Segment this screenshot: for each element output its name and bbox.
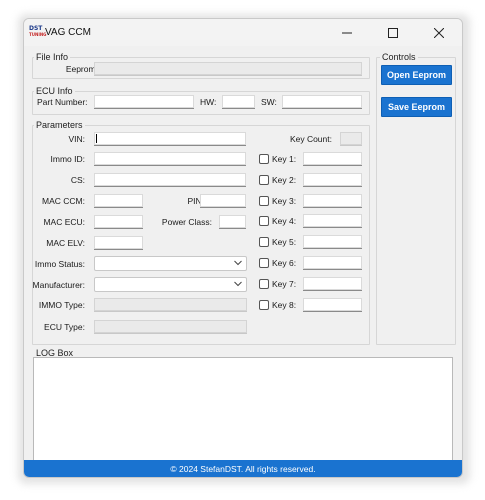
sw-label: SW: [261,97,277,107]
sw-field[interactable] [282,95,362,109]
key-3-label: Key 3: [272,196,297,206]
save-eeprom-button[interactable]: Save Eeprom [381,97,452,117]
key-count-label: Key Count: [289,134,332,144]
chevron-down-icon [234,260,242,266]
key-3-field[interactable] [303,194,362,208]
ecu-info-title: ECU Info [34,86,75,96]
title-bar[interactable]: DST TUNING VAG CCM [24,19,462,46]
key-7-field[interactable] [303,277,362,291]
immo-type-field [94,298,247,312]
immo-status-label: Immo Status: [34,259,85,269]
immo-status-select[interactable] [94,256,247,271]
hw-field[interactable] [222,95,255,109]
immo-id-label: Immo ID: [50,154,85,164]
mac-elv-label: MAC ELV: [46,238,85,248]
key-5-checkbox[interactable] [259,237,269,247]
chevron-down-icon [234,281,242,287]
key-2-field[interactable] [303,173,362,187]
app-logo-text: DST [29,25,43,32]
key-8-label: Key 8: [272,300,297,310]
hw-label: HW: [200,97,217,107]
key-1-field[interactable] [303,152,362,166]
key-7-label: Key 7: [272,279,297,289]
cs-field[interactable] [94,173,246,187]
part-number-field[interactable] [94,95,194,109]
key-4-field[interactable] [303,214,362,228]
key-5-label: Key 5: [272,237,297,247]
vin-field[interactable] [94,132,246,146]
mac-ecu-field[interactable] [94,215,143,229]
maximize-button[interactable] [370,19,416,46]
key-5-field[interactable] [303,235,362,249]
key-count-field [340,132,362,146]
key-1-label: Key 1: [272,154,297,164]
close-icon [434,27,444,38]
ecu-type-label: ECU Type: [44,322,85,332]
immo-id-field[interactable] [94,152,246,166]
app-logo-icon: DST TUNING [29,25,47,39]
app-window: DST TUNING VAG CCM File Info Eeprom File… [23,18,463,478]
manufacturer-label: Manufacturer: [32,280,85,290]
mac-ccm-label: MAC CCM: [42,196,85,206]
key-8-field[interactable] [303,298,362,312]
power-class-field[interactable] [219,215,246,229]
key-1-checkbox[interactable] [259,154,269,164]
part-number-label: Part Number: [37,97,88,107]
status-footer: © 2024 StefanDST. All rights reserved. [24,460,462,477]
vin-label: VIN: [68,134,85,144]
mac-ccm-field[interactable] [94,194,143,208]
mac-elv-field[interactable] [94,236,143,250]
app-logo-subtext: TUNING [29,32,47,37]
eeprom-file-field [94,62,362,76]
controls-title: Controls [380,52,418,62]
manufacturer-select[interactable] [94,277,247,292]
key-7-checkbox[interactable] [259,279,269,289]
pin-field[interactable] [200,194,246,208]
key-4-label: Key 4: [272,216,297,226]
close-button[interactable] [416,19,462,46]
log-textarea[interactable] [33,357,453,463]
cs-label: CS: [70,175,85,185]
open-eeprom-button[interactable]: Open Eeprom [381,65,452,85]
text-caret [96,134,97,143]
key-8-checkbox[interactable] [259,300,269,310]
key-4-checkbox[interactable] [259,216,269,226]
parameters-title: Parameters [34,120,85,130]
key-2-checkbox[interactable] [259,175,269,185]
key-6-label: Key 6: [272,258,297,268]
power-class-label: Power Class: [161,217,212,227]
file-info-title: File Info [34,52,71,62]
key-6-checkbox[interactable] [259,258,269,268]
maximize-icon [388,27,398,38]
mac-ecu-label: MAC ECU: [43,217,85,227]
minimize-button[interactable] [324,19,370,46]
key-2-label: Key 2: [272,175,297,185]
key-6-field[interactable] [303,256,362,270]
window-title: VAG CCM [45,27,91,38]
minimize-icon [342,32,352,33]
immo-type-label: IMMO Type: [38,300,85,310]
ecu-type-field [94,320,247,334]
key-3-checkbox[interactable] [259,196,269,206]
